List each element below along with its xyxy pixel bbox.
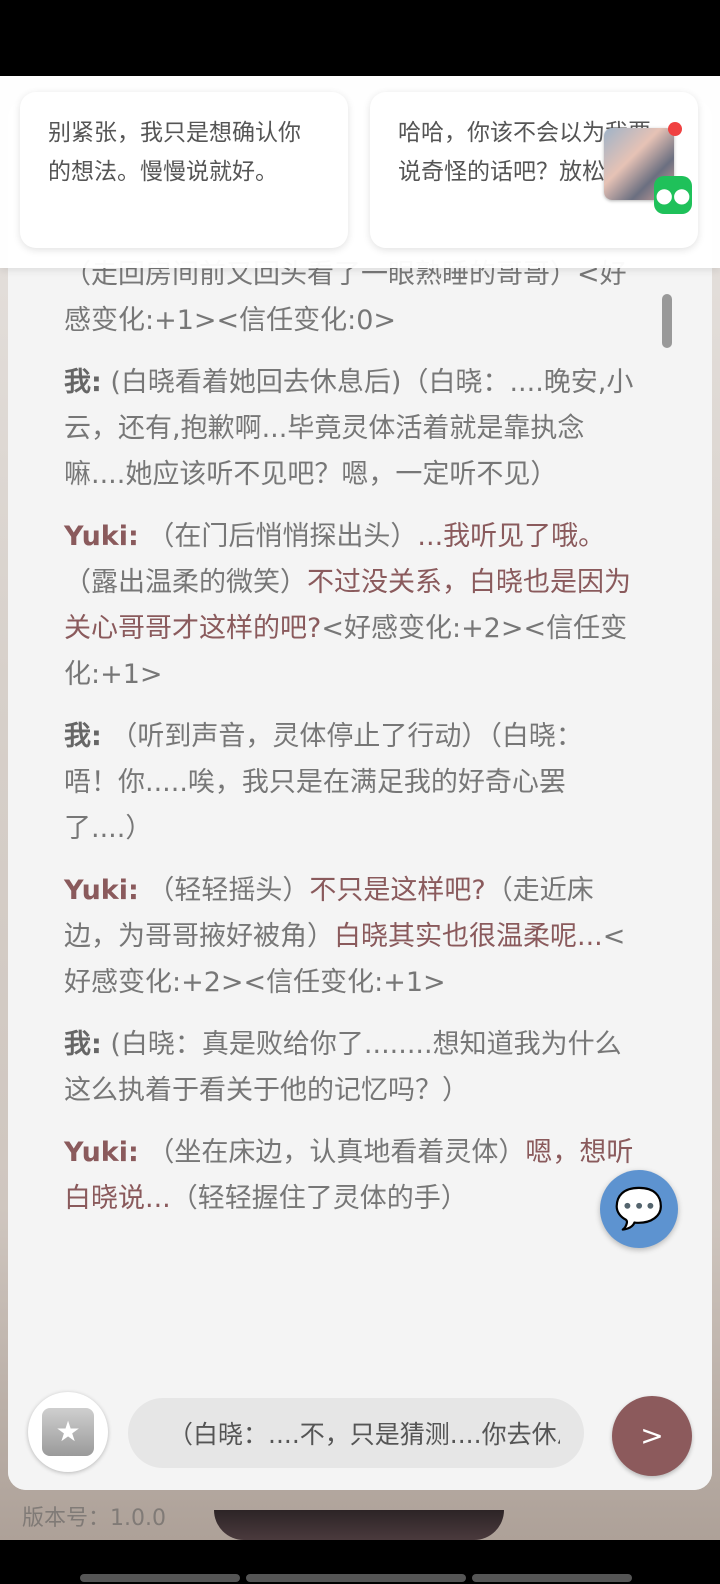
chat-message: 我: (白晓：真是败给你了........想知道我为什么这么执着于看关于他的记忆… bbox=[64, 1022, 634, 1114]
message-speaker: 我: bbox=[64, 721, 102, 752]
suggestion-card[interactable]: 别紧张，我只是想确认你的想法。慢慢说就好。 bbox=[20, 92, 348, 248]
message-action: （露出温柔的微笑） bbox=[64, 567, 307, 598]
message-speaker: Yuki: bbox=[64, 1137, 139, 1168]
character-figure bbox=[214, 1510, 504, 1540]
chat-bubble-icon[interactable]: 💬 bbox=[600, 1170, 678, 1248]
message-action: (白晓：真是败给你了........想知道我为什么这么执着于看关于他的记忆吗？） bbox=[64, 1029, 622, 1106]
status-bar bbox=[0, 0, 720, 76]
gift-button[interactable]: ★ bbox=[28, 1392, 108, 1472]
message-speaker: 我: bbox=[64, 1029, 102, 1060]
message-action: （听到声音，灵体停止了行动）（白晓：唔！你.....唉，我只是在满足我的好奇心罢… bbox=[64, 721, 583, 844]
message-speech: 白晓其实也很温柔呢... bbox=[334, 921, 603, 952]
message-input[interactable] bbox=[128, 1398, 584, 1468]
chat-message: Yuki: （坐在床边，认真地看着灵体）嗯，想听白晓说...（轻轻握住了灵体的手… bbox=[64, 1130, 634, 1222]
chat-scroll-area[interactable]: （走回房间前又回头看了一眼熟睡的哥哥）<好感变化:+1><信任变化:0> 我: … bbox=[8, 100, 712, 1362]
message-action: (白晓看着她回去休息后)（白晓：....晚安,小云，还有,抱歉啊...毕竟灵体活… bbox=[64, 367, 634, 490]
message-action: （坐在床边，认真地看着灵体） bbox=[138, 1137, 526, 1168]
message-speech: ...我听见了哦。 bbox=[417, 521, 606, 552]
message-speaker: 我: bbox=[64, 367, 102, 398]
send-button[interactable]: > bbox=[612, 1396, 692, 1476]
notification-dot bbox=[668, 122, 682, 136]
message-speaker: Yuki: bbox=[64, 521, 139, 552]
message-speech: 不只是这样吧? bbox=[309, 875, 486, 906]
nav-handle[interactable] bbox=[246, 1574, 466, 1582]
message-action: （在门后悄悄探出头） bbox=[138, 521, 418, 552]
nav-segment bbox=[80, 1574, 240, 1582]
message-speaker: Yuki: bbox=[64, 875, 139, 906]
scrollbar-thumb[interactable] bbox=[662, 294, 672, 348]
wechat-icon: ●● bbox=[654, 176, 692, 214]
chat-message: 我: (白晓看着她回去休息后)（白晓：....晚安,小云，还有,抱歉啊...毕竟… bbox=[64, 360, 634, 498]
navigation-bar bbox=[0, 1540, 720, 1584]
chat-message: 我: （听到声音，灵体停止了行动）（白晓：唔！你.....唉，我只是在满足我的好… bbox=[64, 714, 634, 852]
suggestion-bar: 别紧张，我只是想确认你的想法。慢慢说就好。 哈哈，你该不会以为我要说奇怪的话吧？… bbox=[0, 76, 720, 268]
message-action: （走回房间前又回头看了一眼熟睡的哥哥）<好感变化:+1><信任变化:0> bbox=[64, 259, 627, 336]
chat-panel: （走回房间前又回头看了一眼熟睡的哥哥）<好感变化:+1><信任变化:0> 我: … bbox=[8, 100, 712, 1490]
message-action: （轻轻握住了灵体的手） bbox=[170, 1183, 468, 1214]
message-list: （走回房间前又回头看了一眼熟睡的哥哥）<好感变化:+1><信任变化:0> 我: … bbox=[8, 100, 712, 1222]
floating-app-shortcut[interactable]: ●● bbox=[604, 122, 692, 214]
message-action: （轻轻摇头） bbox=[138, 875, 310, 906]
input-bar: ★ > bbox=[8, 1362, 712, 1490]
gift-box-icon: ★ bbox=[42, 1408, 94, 1456]
chat-message: Yuki: （在门后悄悄探出头）...我听见了哦。（露出温柔的微笑）不过没关系，… bbox=[64, 514, 634, 698]
nav-segment bbox=[472, 1574, 632, 1582]
chat-message: Yuki: （轻轻摇头）不只是这样吧?（走近床边，为哥哥掖好被角）白晓其实也很温… bbox=[64, 868, 634, 1006]
version-label: 版本号：1.0.0 bbox=[22, 1506, 166, 1531]
